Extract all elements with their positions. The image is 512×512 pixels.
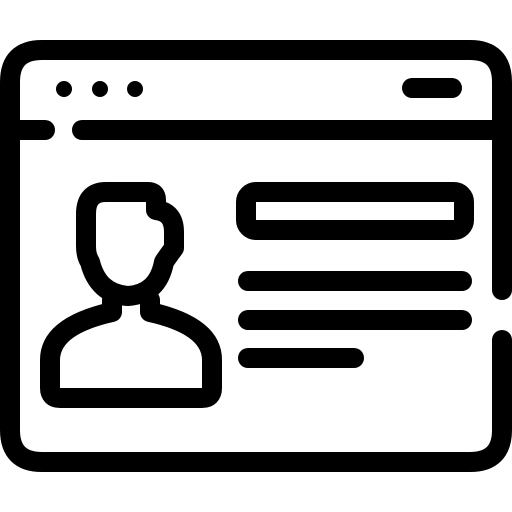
name-field-icon [236, 182, 474, 240]
window-control-dots-icon [56, 81, 143, 97]
profile-webpage-icon [0, 0, 512, 512]
user-avatar-head-icon [76, 182, 184, 306]
user-avatar-body-icon [40, 290, 222, 408]
dot-2 [92, 81, 108, 97]
dot-3 [127, 81, 143, 97]
icon-svg [0, 40, 512, 472]
dot-1 [56, 81, 72, 97]
